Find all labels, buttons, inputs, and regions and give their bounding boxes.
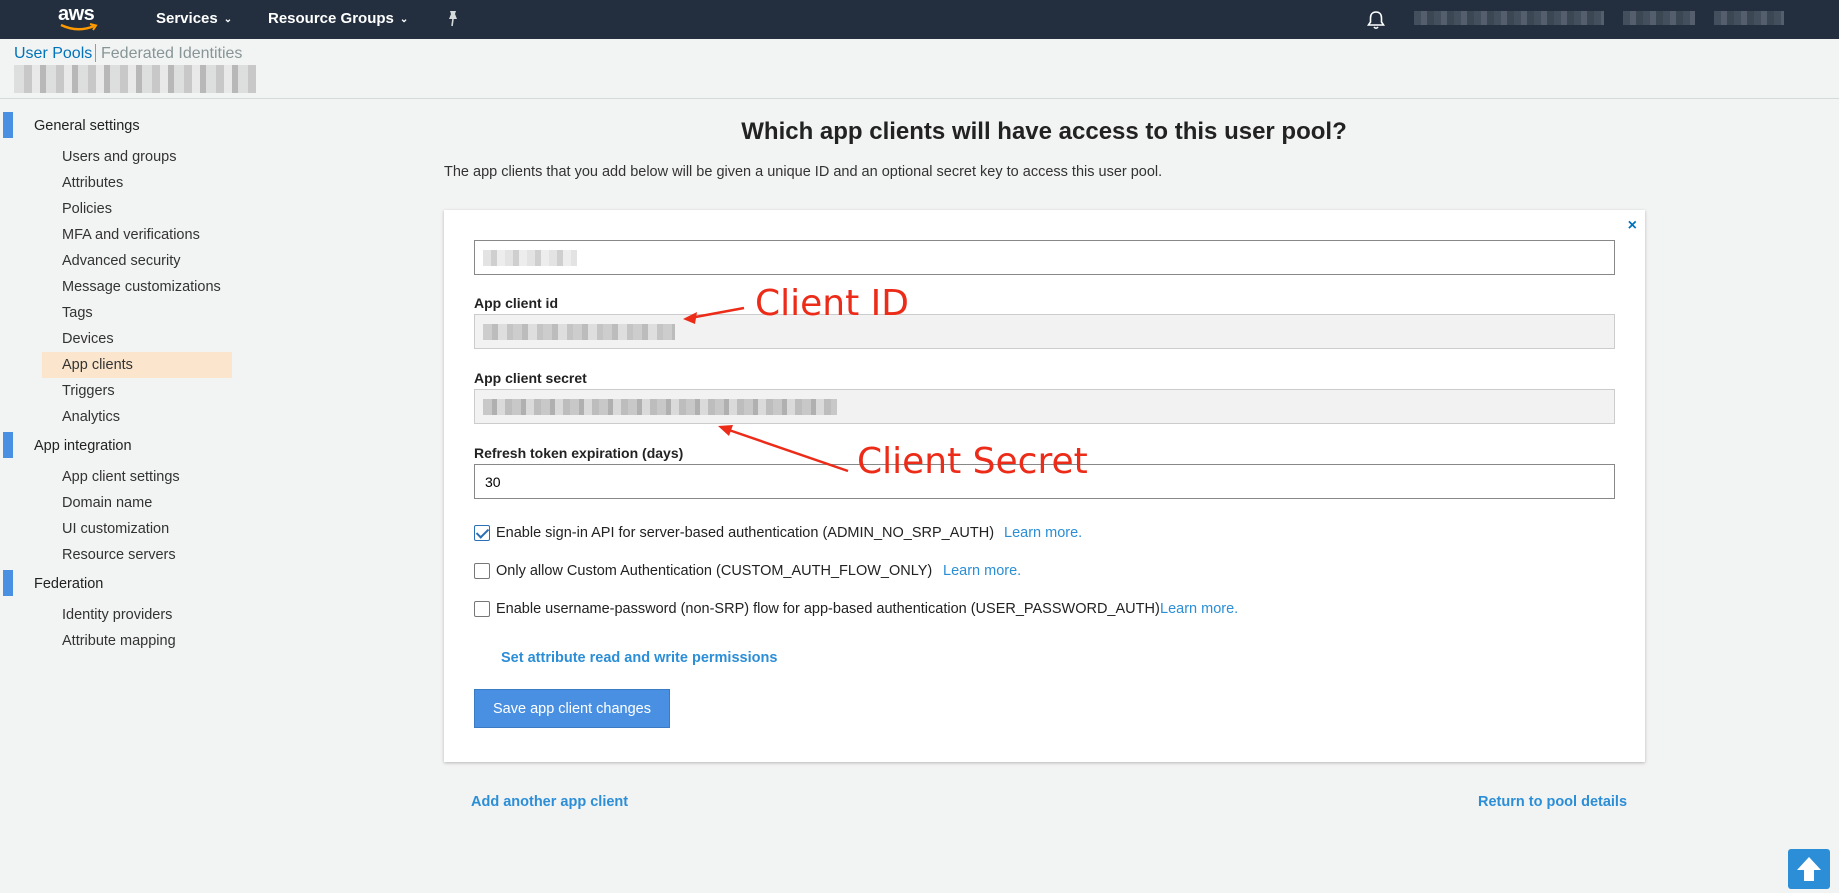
app-client-secret-field [474,389,1615,424]
support-menu[interactable] [1714,11,1784,25]
sidebar-item[interactable]: Attributes [42,170,232,196]
auth-option-checkbox[interactable] [474,601,490,617]
attribute-permissions-link[interactable]: Set attribute read and write permissions [501,650,777,666]
services-menu[interactable]: Services ⌄ [156,10,232,27]
scroll-to-top-button[interactable] [1788,849,1830,889]
federated-identities-link[interactable]: Federated Identities [101,45,242,63]
chevron-down-icon: ⌄ [399,14,409,25]
auth-option-row: Only allow Custom Authentication (CUSTOM… [474,561,1574,581]
user-pools-link[interactable]: User Pools [14,45,92,63]
page-title: Which app clients will have access to th… [741,118,1347,145]
learn-more-link[interactable]: Learn more. [1004,525,1082,541]
service-subheader: User Pools Federated Identities [0,39,1839,99]
sidebar-item[interactable]: Domain name [42,490,232,516]
close-icon[interactable]: × [1628,217,1637,235]
aws-logo[interactable]: aws [58,4,106,34]
sidebar-item[interactable]: Advanced security [42,248,232,274]
notifications-bell-icon[interactable] [1366,9,1386,31]
auth-option-row: Enable username-password (non-SRP) flow … [474,599,1574,619]
aws-smile-icon [60,23,98,31]
sidebar-item[interactable]: Identity providers [42,602,232,628]
divider [95,44,96,62]
app-client-id-field [474,314,1615,349]
region-menu[interactable] [1623,11,1695,25]
auth-option-label: Only allow Custom Authentication (CUSTOM… [496,563,933,579]
section-indicator [3,432,13,458]
sidebar-item[interactable]: Tags [42,300,232,326]
sidebar-item[interactable]: Attribute mapping [42,628,232,654]
return-to-pool-link[interactable]: Return to pool details [1478,794,1627,810]
learn-more-link[interactable]: Learn more. [943,563,1021,579]
sidebar-item[interactable]: Analytics [42,404,232,430]
auth-option-checkbox[interactable] [474,563,490,579]
account-menu[interactable] [1414,11,1604,25]
auth-option-checkbox[interactable] [474,525,490,541]
sidebar-item[interactable]: Triggers [42,378,232,404]
app-client-id-label: App client id [474,295,558,311]
add-app-client-link[interactable]: Add another app client [471,794,628,810]
sidebar-item[interactable]: MFA and verifications [42,222,232,248]
sidebar-section: App integration [0,430,240,458]
sidebar-section-label[interactable]: General settings [34,118,140,134]
chevron-down-icon: ⌄ [223,14,233,25]
auth-option-row: Enable sign-in API for server-based auth… [474,523,1574,543]
section-indicator [3,570,13,596]
refresh-token-label: Refresh token expiration (days) [474,445,684,461]
sidebar-item[interactable]: Users and groups [42,144,232,170]
sidebar-section-label[interactable]: Federation [34,576,103,592]
learn-more-link[interactable]: Learn more. [1160,601,1238,617]
app-client-id-value [483,324,675,340]
client-secret-annotation: Client Secret [857,441,1088,482]
sidebar-item[interactable]: UI customization [42,516,232,542]
aws-logo-text: aws [58,3,95,25]
auth-option-label: Enable sign-in API for server-based auth… [496,525,995,541]
arrow-up-icon [1797,857,1821,881]
section-indicator [3,112,13,138]
app-client-name-value [483,250,577,266]
pin-icon[interactable] [444,9,462,29]
sidebar-section: General settings [0,110,240,138]
user-pool-name [14,65,256,93]
client-id-annotation: Client ID [755,283,910,324]
sidebar-section: Federation [0,568,240,596]
sidebar-item[interactable]: Message customizations [42,274,232,300]
app-client-secret-label: App client secret [474,370,587,386]
top-navigation-bar: aws Services ⌄ Resource Groups ⌄ [0,0,1839,39]
sidebar-item[interactable]: App client settings [42,464,232,490]
sidebar-item[interactable]: Policies [42,196,232,222]
sidebar-section-label[interactable]: App integration [34,438,132,454]
page-description: The app clients that you add below will … [444,164,1163,180]
services-label: Services [156,10,218,27]
resource-groups-menu[interactable]: Resource Groups ⌄ [268,10,408,27]
save-app-client-button[interactable]: Save app client changes [474,689,670,728]
resource-groups-label: Resource Groups [268,10,394,27]
sidebar-item[interactable]: Devices [42,326,232,352]
auth-option-label: Enable username-password (non-SRP) flow … [496,601,1160,617]
app-client-name-field[interactable] [474,240,1615,275]
sidebar-item[interactable]: Resource servers [42,542,232,568]
sidebar-item[interactable]: App clients [42,352,232,378]
app-client-secret-value [483,399,837,415]
app-client-card: × App client id App client secret Refres… [444,210,1645,762]
